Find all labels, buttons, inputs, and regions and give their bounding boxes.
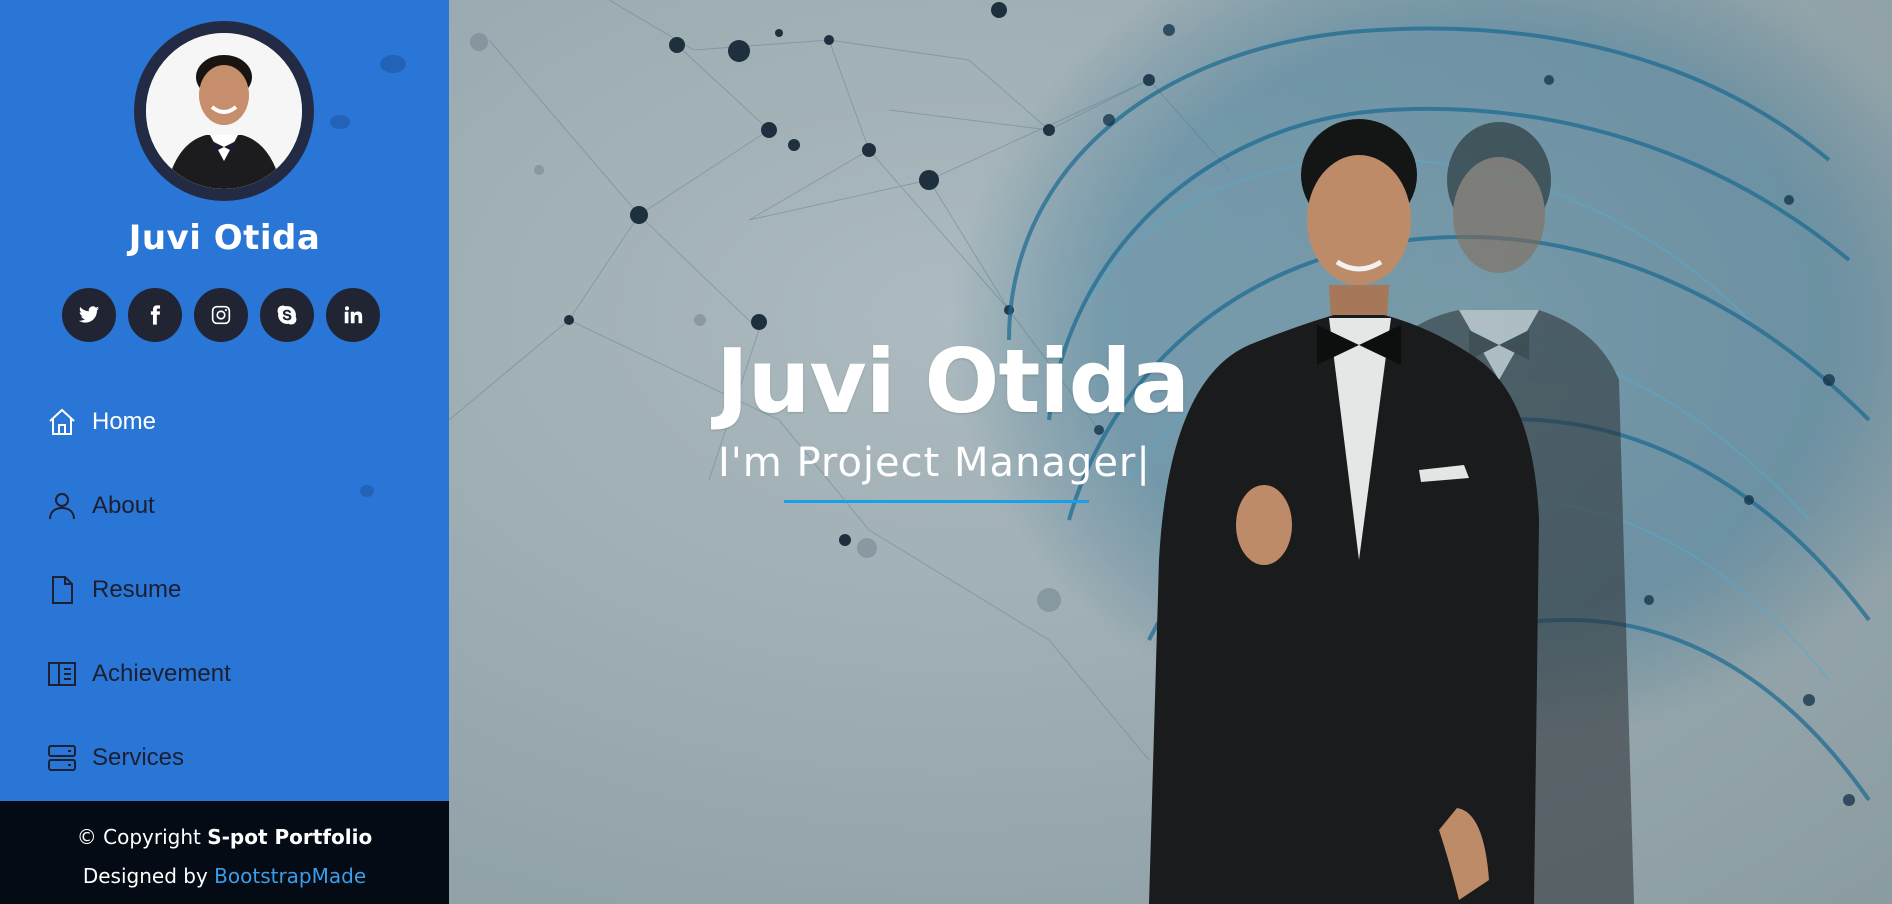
facebook-icon (150, 305, 161, 325)
nav-item-services[interactable]: Services (0, 716, 449, 800)
hero-section: Juvi Otida I'm Project Manager| (449, 0, 1892, 904)
sidebar: Juvi Otida Home About Resume Achievement… (0, 0, 449, 904)
copyright-prefix: © Copyright (76, 825, 201, 849)
side-nav: Home About Resume Achievement Services (0, 380, 449, 800)
linkedin-icon (344, 306, 363, 324)
background-dot (380, 55, 406, 73)
nav-label: Achievement (92, 660, 231, 687)
home-icon (46, 406, 78, 438)
nav-label: Services (92, 744, 185, 771)
nav-label: Resume (92, 576, 182, 603)
server-icon (46, 742, 78, 774)
profile-avatar (134, 21, 314, 201)
bootstrapmade-link[interactable]: BootstrapMade (214, 864, 366, 888)
person-icon (46, 490, 78, 522)
nav-label: About (92, 492, 155, 519)
hero-typed-subtitle: I'm Project Manager| (718, 440, 1151, 486)
nav-item-resume[interactable]: Resume (0, 548, 449, 632)
profile-photo (146, 33, 302, 189)
background-dot (330, 115, 350, 129)
sidebar-footer: © Copyright S-pot Portfolio Designed by … (0, 801, 449, 904)
designed-by-text: Designed by BootstrapMade (0, 864, 449, 888)
nav-item-achievement[interactable]: Achievement (0, 632, 449, 716)
instagram-link[interactable] (194, 288, 248, 342)
linkedin-link[interactable] (326, 288, 380, 342)
social-links (62, 288, 380, 342)
twitter-icon (78, 306, 100, 323)
nav-item-home[interactable]: Home (0, 380, 449, 464)
instagram-icon (211, 305, 231, 325)
hero-underline (784, 500, 1089, 503)
skype-link[interactable] (260, 288, 314, 342)
book-icon (46, 658, 78, 690)
twitter-link[interactable] (62, 288, 116, 342)
nav-item-about[interactable]: About (0, 464, 449, 548)
hero-title: Juvi Otida (716, 330, 1190, 433)
file-icon (46, 574, 78, 606)
skype-icon (277, 305, 297, 325)
hero-background-image (449, 0, 1892, 904)
nav-label: Home (92, 408, 157, 435)
copyright-brand: S-pot Portfolio (207, 825, 373, 849)
copyright-text: © Copyright S-pot Portfolio (0, 825, 449, 849)
profile-name: Juvi Otida (128, 218, 321, 258)
designed-prefix: Designed by (82, 864, 208, 888)
facebook-link[interactable] (128, 288, 182, 342)
